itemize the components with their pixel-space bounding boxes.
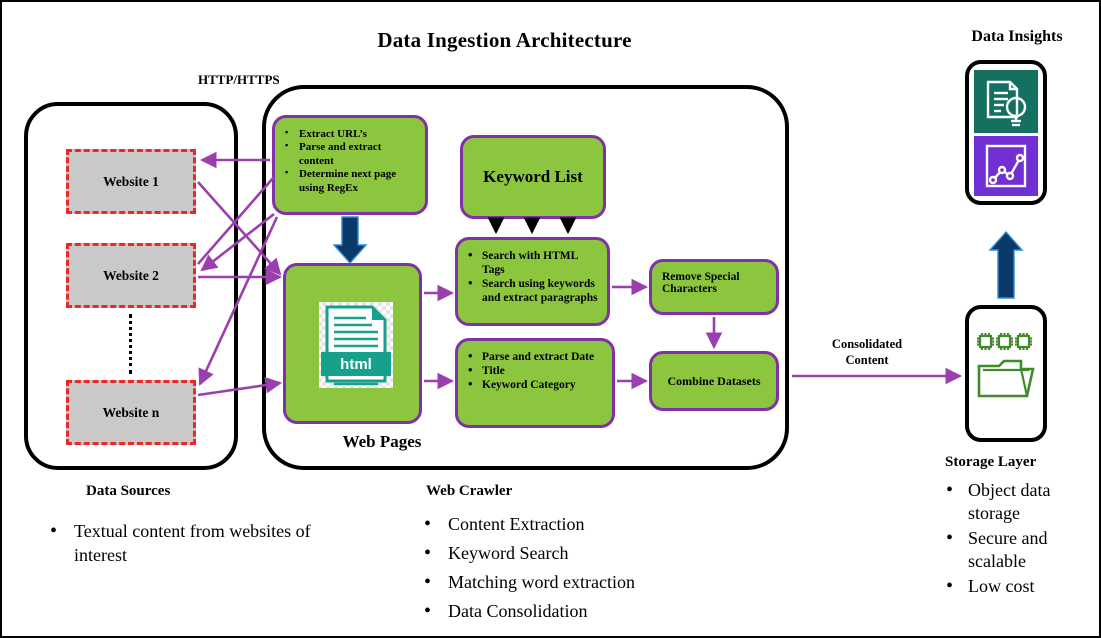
parse-list: Parse and extract Date Title Keyword Cat… <box>468 348 604 392</box>
website-box-1[interactable]: Website 1 <box>66 149 196 214</box>
consolidated-line-2: Content <box>845 352 889 367</box>
consolidated-content-label: Consolidated Content <box>797 337 937 368</box>
list-item: Parse and extract content <box>285 140 417 168</box>
web-pages-caption: Web Pages <box>342 432 422 451</box>
extract-urls-box[interactable]: Extract URL’s Parse and extract content … <box>272 115 428 215</box>
website-box-2[interactable]: Website 2 <box>66 243 196 308</box>
parse-extract-box[interactable]: Parse and extract Date Title Keyword Cat… <box>455 338 615 428</box>
search-box[interactable]: Search with HTML Tags Search using keywo… <box>455 237 610 326</box>
website-box-n[interactable]: Website n <box>66 380 196 445</box>
list-item: Determine next page using RegEx <box>285 167 417 195</box>
html-file-icon: html <box>319 302 393 388</box>
line-chart-icon <box>974 136 1038 196</box>
storage-layer-bullets: Object data storage Secure and scalable … <box>942 477 1099 599</box>
list-item: Content Extraction <box>420 508 750 541</box>
list-item: Textual content from websites of interes… <box>46 518 336 568</box>
list-item: Search with HTML Tags <box>468 247 599 277</box>
list-item: Matching word extraction <box>420 566 750 599</box>
data-sources-caption: Data Sources <box>86 483 171 499</box>
keyword-list-box[interactable]: Keyword List <box>460 135 606 219</box>
list-item: Search using keywords and extract paragr… <box>468 275 599 305</box>
document-lightbulb-icon <box>974 70 1038 133</box>
search-list: Search with HTML Tags Search using keywo… <box>468 247 599 305</box>
vertical-ellipsis-divider <box>129 314 132 374</box>
storage-layer-caption: Storage Layer <box>945 454 1037 470</box>
list-item: Title <box>468 362 604 378</box>
list-item: Keyword Search <box>420 537 750 570</box>
list-item: Extract URL’s <box>285 127 417 141</box>
consolidated-line-1: Consolidated <box>831 337 903 351</box>
combine-datasets-box[interactable]: Combine Datasets <box>649 351 779 411</box>
folder-gears-icon <box>971 320 1043 430</box>
extract-urls-list: Extract URL’s Parse and extract content … <box>285 127 417 195</box>
remove-special-characters-box[interactable]: Remove Special Characters <box>649 259 779 315</box>
list-item: Object data storage <box>942 477 1099 526</box>
website-label: Website 2 <box>103 267 159 283</box>
list-item: Data Consolidation <box>420 595 750 628</box>
web-crawler-bullets: Content Extraction Keyword Search Matchi… <box>420 508 750 628</box>
website-label: Website 1 <box>103 173 159 189</box>
list-item: Parse and extract Date <box>468 348 604 364</box>
list-item: Low cost <box>942 573 1099 599</box>
html-icon-label: html <box>340 356 372 373</box>
keyword-list-label: Keyword List <box>483 167 583 186</box>
web-crawler-caption: Web Crawler <box>426 483 513 499</box>
data-sources-bullets: Textual content from websites of interes… <box>46 518 336 568</box>
arrow-storage-to-insights-navy <box>988 230 1024 299</box>
combine-datasets-label: Combine Datasets <box>667 373 761 388</box>
http-https-label: HTTP/HTTPS <box>198 72 280 87</box>
web-pages-box[interactable]: html <box>283 263 422 424</box>
diagram-canvas: Data Ingestion Architecture Data Insight… <box>0 0 1101 638</box>
website-label: Website n <box>102 404 160 420</box>
list-item: Secure and scalable <box>942 525 1099 574</box>
list-item: Keyword Category <box>468 376 604 392</box>
remove-special-characters-label: Remove Special Characters <box>662 271 740 295</box>
data-insights-title: Data Insights <box>971 28 1063 45</box>
page-title: Data Ingestion Architecture <box>377 28 632 52</box>
